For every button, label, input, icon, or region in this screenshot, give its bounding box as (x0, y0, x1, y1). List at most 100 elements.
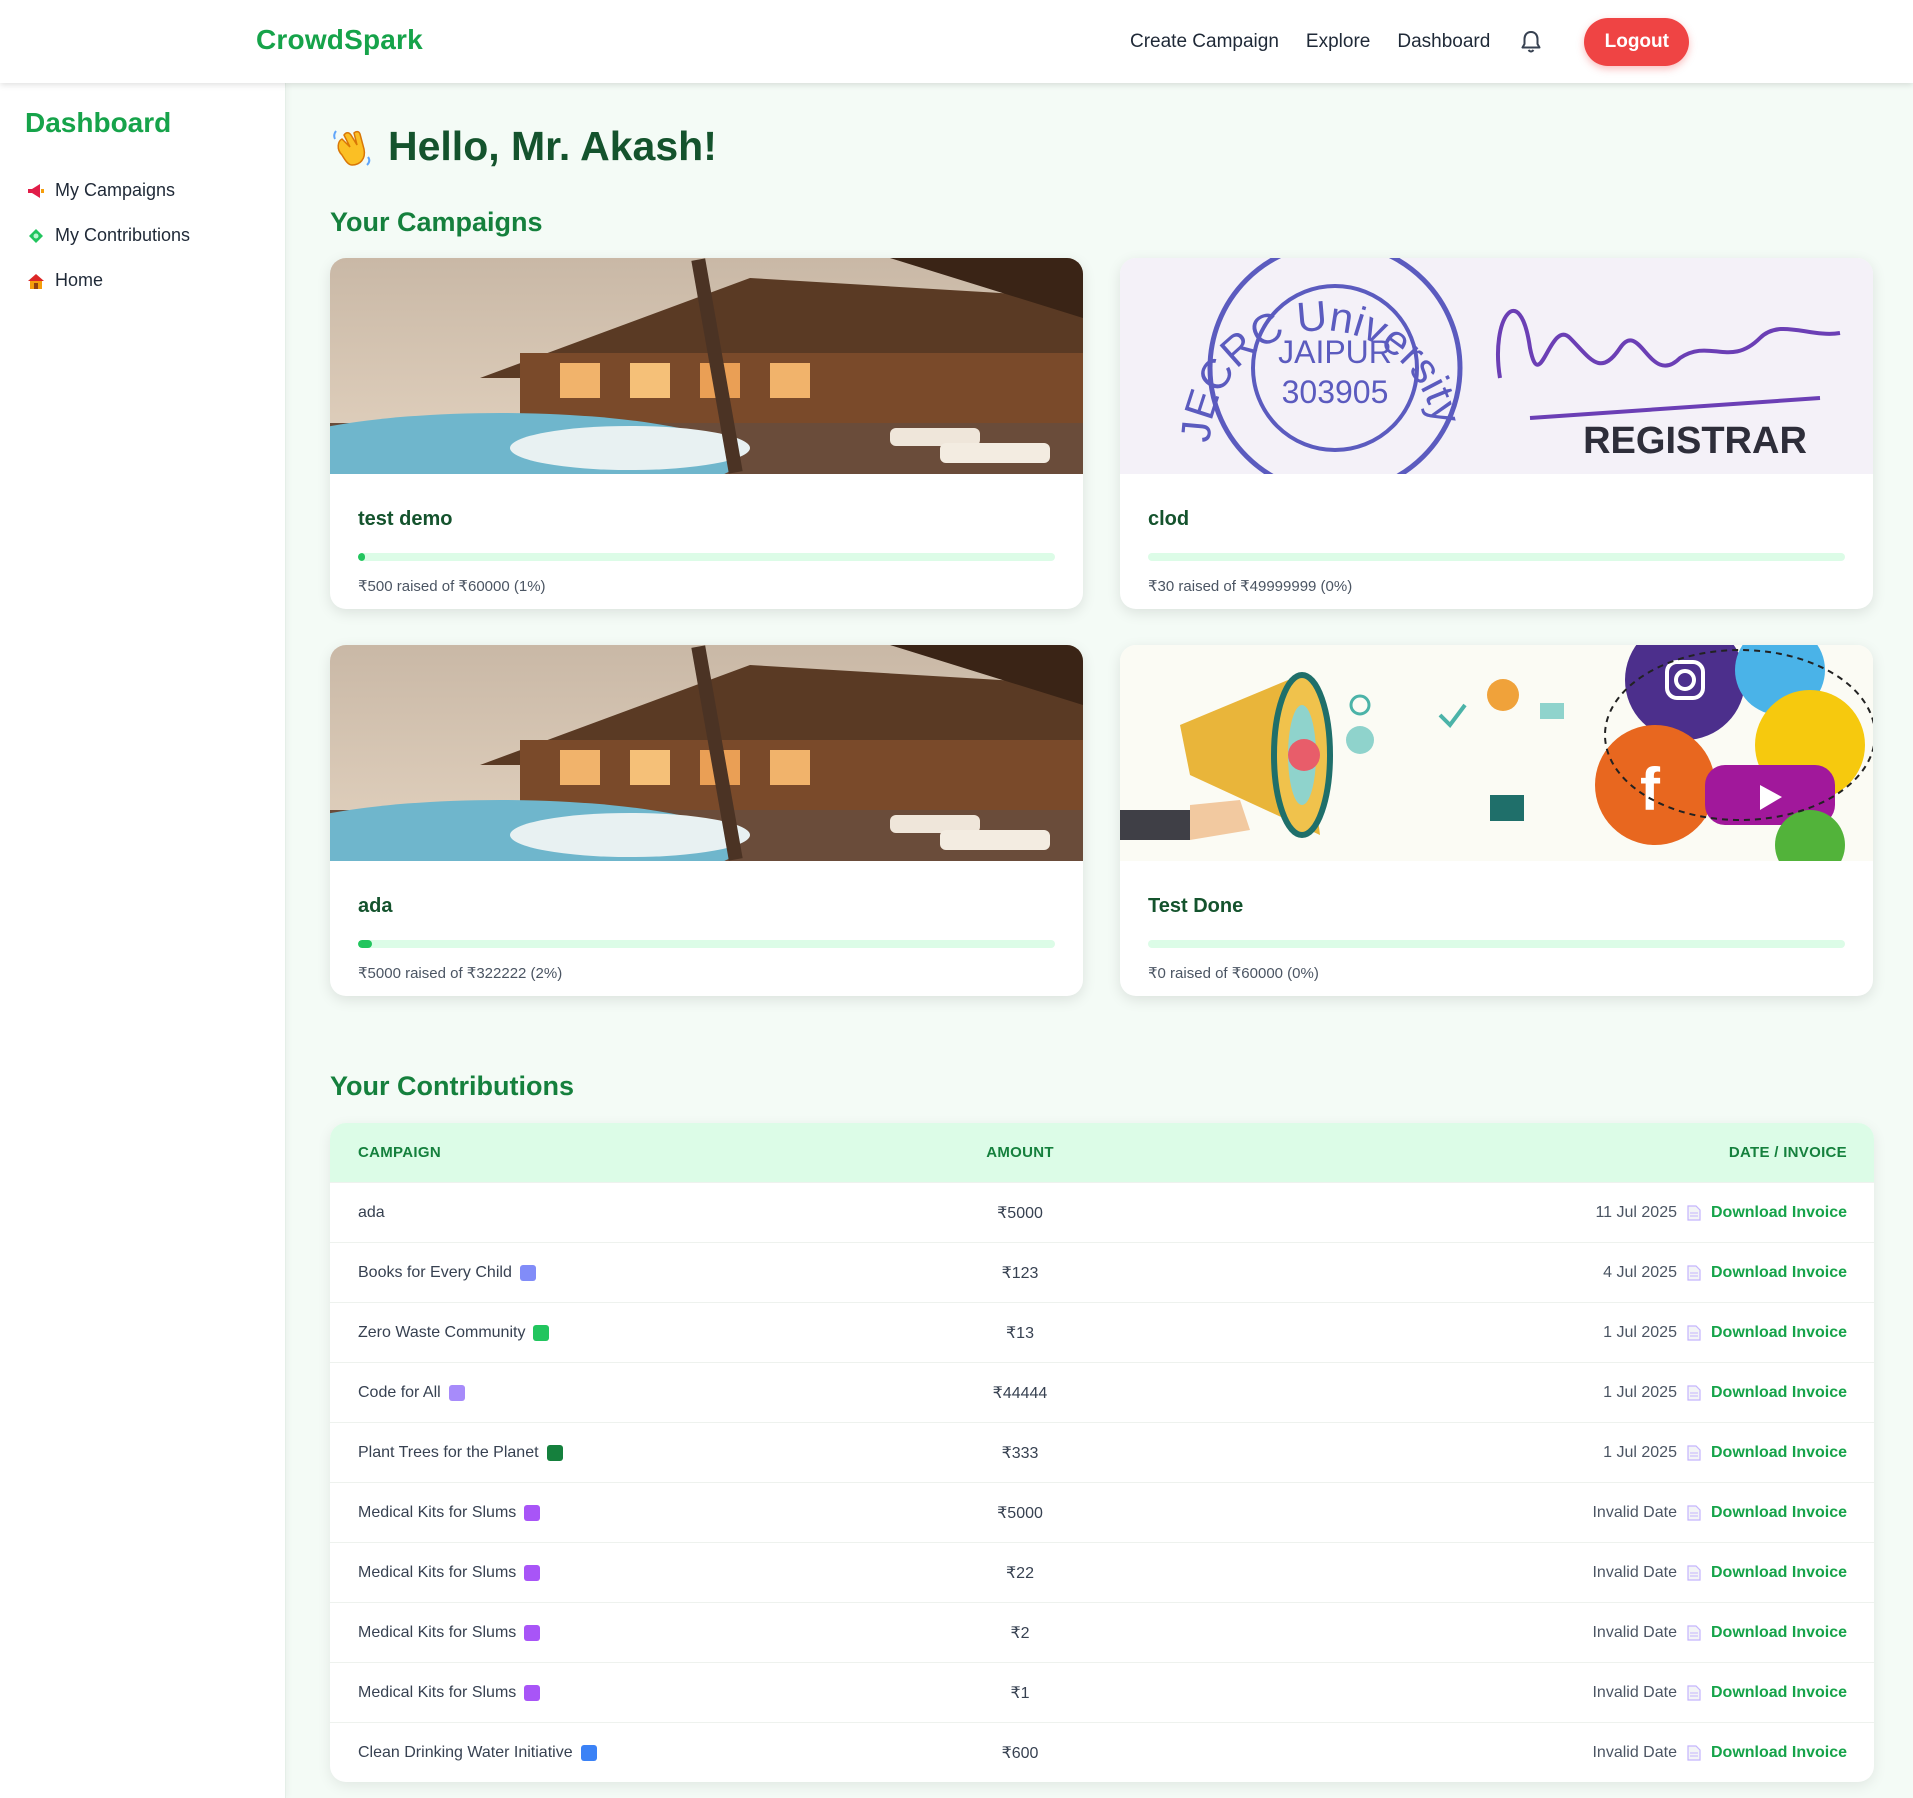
campaign-cell: Plant Trees for the Planet (330, 1444, 960, 1462)
amount-cell: ₹44444 (992, 1384, 1048, 1402)
table-row: Books for Every Child ₹123 4 Jul 2025 Downl… (330, 1242, 1874, 1302)
campaign-cell: Medical Kits for Slums (330, 1564, 960, 1582)
campaign-title: test demo (358, 508, 453, 530)
amount-cell: ₹123 (1001, 1264, 1039, 1282)
campaign-card[interactable]: test demo ₹500 raised of ₹60000 (1%) (330, 258, 1083, 609)
contribution-date: Invalid Date (1592, 1623, 1677, 1641)
campaign-progress-bar (1148, 553, 1845, 561)
sidebar-item-label: My Campaigns (55, 180, 176, 200)
campaign-name: ada (358, 1203, 385, 1221)
download-invoice-link[interactable]: Download Invoice (1711, 1264, 1847, 1282)
campaign-cell: Clean Drinking Water Initiative (330, 1744, 960, 1762)
nav-dashboard[interactable]: Dashboard (1397, 31, 1490, 53)
download-invoice-link[interactable]: Download Invoice (1711, 1324, 1847, 1342)
column-header-campaign: CAMPAIGN (358, 1144, 441, 1161)
download-invoice-link[interactable]: Download Invoice (1711, 1624, 1847, 1642)
money-icon (27, 227, 45, 245)
amount-cell: ₹22 (1006, 1564, 1034, 1582)
campaign-name: Medical Kits for Slums (358, 1563, 517, 1581)
document-icon (1687, 1624, 1701, 1641)
campaign-title: ada (358, 895, 393, 917)
download-invoice-link[interactable]: Download Invoice (1711, 1684, 1847, 1702)
date-invoice-cell: 11 Jul 2025 Download Invoice (1080, 1204, 1874, 1222)
download-invoice-link[interactable]: Download Invoice (1711, 1204, 1847, 1222)
download-invoice-link[interactable]: Download Invoice (1711, 1564, 1847, 1582)
campaign-cell: Medical Kits for Slums (330, 1624, 960, 1642)
table-row: Clean Drinking Water Initiative ₹600 Inval… (330, 1722, 1874, 1782)
campaign-cell: Medical Kits for Slums (330, 1684, 960, 1702)
date-invoice-cell: 4 Jul 2025 Download Invoice (1080, 1264, 1874, 1282)
campaign-name: Books for Every Child (358, 1263, 512, 1281)
nav-explore[interactable]: Explore (1306, 31, 1370, 53)
download-invoice-link[interactable]: Download Invoice (1711, 1384, 1847, 1402)
medkit-icon (524, 1564, 541, 1581)
campaigns-section-title: Your Campaigns (330, 207, 543, 237)
contribution-date: Invalid Date (1592, 1683, 1677, 1701)
campaign-name: Code for All (358, 1383, 441, 1401)
table-row: ada ₹5000 11 Jul 2025 Download Invoice (330, 1182, 1874, 1242)
medkit-icon (524, 1624, 541, 1641)
campaign-raised-text: ₹30 raised of ₹49999999 (0%) (1148, 578, 1353, 595)
bell-icon[interactable] (1517, 28, 1545, 56)
table-row: Medical Kits for Slums ₹5000 Invalid Date D… (330, 1482, 1874, 1542)
tree-icon (546, 1444, 563, 1461)
document-icon (1687, 1384, 1701, 1401)
campaign-raised-text: ₹500 raised of ₹60000 (1%) (358, 578, 546, 595)
campaign-cell: ada (330, 1204, 960, 1222)
date-invoice-cell: Invalid Date Download Invoice (1080, 1624, 1874, 1642)
date-invoice-cell: 1 Jul 2025 Download Invoice (1080, 1384, 1874, 1402)
greeting: Hello, Mr. Akash! (330, 123, 717, 170)
campaign-card[interactable]: JECRC University JAIPUR 303905 REGISTRAR… (1120, 258, 1873, 609)
document-icon (1687, 1564, 1701, 1581)
resort-pool-photo (330, 645, 1083, 861)
books-icon (519, 1264, 536, 1281)
download-invoice-link[interactable]: Download Invoice (1711, 1444, 1847, 1462)
campaign-title: Test Done (1148, 895, 1244, 917)
sidebar-item-label: My Contributions (55, 225, 191, 245)
brand-logo[interactable]: CrowdSpark (256, 24, 423, 56)
table-row: Medical Kits for Slums ₹1 Invalid Date Down… (330, 1662, 1874, 1722)
campaign-card[interactable]: ada ₹5000 raised of ₹322222 (2%) (330, 645, 1083, 996)
date-invoice-cell: Invalid Date Download Invoice (1080, 1564, 1874, 1582)
university-stamp-signature: JECRC University JAIPUR 303905 REGISTRAR (1120, 258, 1873, 474)
amount-cell: ₹2 (1010, 1624, 1030, 1642)
sidebar-item-home[interactable]: Home (27, 270, 103, 291)
table-row: Zero Waste Community ₹13 1 Jul 2025 Downloa… (330, 1302, 1874, 1362)
nav-create-campaign[interactable]: Create Campaign (1130, 31, 1279, 53)
date-invoice-cell: 1 Jul 2025 Download Invoice (1080, 1324, 1874, 1342)
document-icon (1687, 1264, 1701, 1281)
document-icon (1687, 1744, 1701, 1761)
campaign-name: Clean Drinking Water Initiative (358, 1743, 573, 1761)
download-invoice-link[interactable]: Download Invoice (1711, 1744, 1847, 1762)
campaign-name: Medical Kits for Slums (358, 1623, 517, 1641)
campaign-cell: Code for All (330, 1384, 960, 1402)
campaign-progress-bar (358, 553, 1055, 561)
sidebar-item-my-campaigns[interactable]: My Campaigns (27, 180, 175, 201)
contributions-table: CAMPAIGN AMOUNT DATE / INVOICE ada ₹5000 1… (330, 1123, 1874, 1782)
contribution-date: Invalid Date (1592, 1563, 1677, 1581)
campaign-card[interactable]: f Test Done ₹0 raised of ₹60000 (0%) (1120, 645, 1873, 996)
logout-button[interactable]: Logout (1584, 18, 1690, 66)
table-row: Medical Kits for Slums ₹2 Invalid Date Down… (330, 1602, 1874, 1662)
amount-cell: ₹5000 (997, 1204, 1043, 1222)
column-header-date-invoice: DATE / INVOICE (1728, 1144, 1847, 1161)
column-header-amount: AMOUNT (986, 1144, 1054, 1161)
amount-cell: ₹1 (1010, 1684, 1030, 1702)
download-invoice-link[interactable]: Download Invoice (1711, 1504, 1847, 1522)
amount-cell: ₹13 (1006, 1324, 1034, 1342)
table-row: Code for All ₹44444 1 Jul 2025 Download Inv… (330, 1362, 1874, 1422)
campaign-progress-bar (1148, 940, 1845, 948)
campaign-name: Medical Kits for Slums (358, 1683, 517, 1701)
contribution-date: 11 Jul 2025 (1595, 1203, 1677, 1221)
sidebar-item-my-contributions[interactable]: My Contributions (27, 225, 190, 246)
medkit-icon (524, 1504, 541, 1521)
megaphone-icon (27, 182, 45, 200)
table-row: Medical Kits for Slums ₹22 Invalid Date Dow… (330, 1542, 1874, 1602)
contributions-section-title: Your Contributions (330, 1071, 574, 1101)
amount-cell: ₹5000 (997, 1504, 1043, 1522)
date-invoice-cell: 1 Jul 2025 Download Invoice (1080, 1444, 1874, 1462)
seal-center-text: 303905 (1282, 374, 1389, 410)
campaign-name: Zero Waste Community (358, 1323, 526, 1341)
sidebar: Dashboard My Campaigns My Contributions … (0, 83, 286, 1798)
campaign-name: Medical Kits for Slums (358, 1503, 517, 1521)
